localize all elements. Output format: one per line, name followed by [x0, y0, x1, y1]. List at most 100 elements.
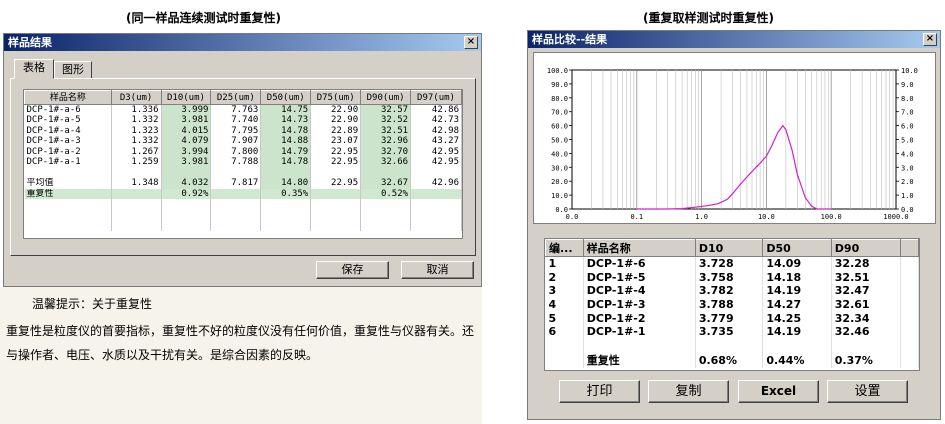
y-right-tick-label: 8.0 [901, 95, 914, 103]
y-right-tick-label: 6.0 [901, 123, 914, 131]
save-button[interactable]: 保存 [316, 261, 389, 279]
x-tick-label: 100.0 [821, 213, 842, 221]
cell: 14.75 [260, 104, 312, 115]
cell: 平均值 [24, 178, 112, 189]
print-button[interactable]: 打印 [559, 380, 640, 403]
cell: 32.28 [831, 256, 902, 271]
cell: 32.46 [831, 324, 902, 339]
cell: 3.758 [695, 270, 764, 284]
y-left-tick-label: 60.0 [551, 123, 568, 131]
cell: 0.44% [762, 352, 832, 369]
cell: 7.740 [210, 115, 262, 126]
x-tick-label: 10.0 [758, 213, 775, 221]
col-header[interactable]: D75(um) [310, 90, 362, 105]
col-header[interactable]: D50(um) [260, 90, 312, 105]
cell: 3.981 [161, 115, 212, 126]
cell: DCP-1#-a-4 [24, 125, 112, 136]
col-header[interactable]: D3(um) [110, 90, 162, 105]
cell: 7.800 [210, 146, 262, 157]
cell: 42.86 [410, 104, 462, 115]
cell: 32.66 [360, 157, 412, 168]
cell: 3.999 [161, 104, 212, 115]
cell: 1.267 [111, 146, 162, 157]
col-header[interactable]: D10(um) [160, 90, 212, 105]
col-header[interactable]: D90 [830, 239, 902, 257]
table-row[interactable]: DCP-1#-a-1 1.259 3.981 7.788 14.78 22.95… [24, 157, 462, 168]
result-grid[interactable]: 样品名称 D3(um) D10(um) D25(um) D50(um) D75(… [23, 89, 463, 239]
table-row[interactable]: DCP-1#-a-4 1.323 4.015 7.795 14.78 22.89… [24, 125, 462, 136]
cell [545, 352, 584, 369]
cell: 1.259 [111, 157, 162, 168]
cell: 32.51 [360, 125, 412, 136]
distribution-plot-area: 100.0 90.0 80.0 70.0 60.0 50.0 40.0 30.0 20.0 10.… [533, 52, 936, 224]
table-row[interactable]: 6 DCP-1#-1 3.735 14.19 32.46 [545, 324, 919, 339]
cell: DCP-1#-a-2 [24, 146, 112, 157]
table-row[interactable]: 4 DCP-1#-3 3.788 14.27 32.61 [545, 297, 919, 312]
y-right-tick-label: 2.0 [901, 178, 914, 186]
cancel-button[interactable]: 取消 [401, 261, 474, 279]
x-tick-label: 1000.0 [883, 213, 908, 221]
col-header[interactable]: D90(um) [360, 90, 412, 105]
cell: 0.92% [161, 188, 212, 199]
cell: 22.90 [310, 115, 362, 126]
cell: 1.332 [111, 136, 162, 147]
close-icon[interactable]: × [923, 33, 937, 46]
y-left-tick-label: 40.0 [551, 150, 568, 158]
cell: 14.80 [260, 178, 312, 189]
cell: 22.89 [310, 125, 362, 136]
excel-button[interactable]: Excel [738, 380, 819, 403]
cell: 3 [545, 283, 584, 298]
y-left-tick-label: 80.0 [551, 95, 568, 103]
table-row[interactable]: DCP-1#-a-2 1.267 3.994 7.800 14.79 22.95… [24, 146, 462, 157]
tab-table[interactable]: 表格 [14, 59, 54, 79]
cell [410, 188, 462, 199]
y-left-tick-label: 50.0 [551, 137, 568, 145]
cell: 22.95 [310, 146, 362, 157]
table-row[interactable]: 2 DCP-1#-5 3.758 14.18 32.51 [545, 270, 919, 284]
sample-result-window: 样品结果 × 表格 图形 样品名称 D3(um) D10(um) D25(um)… [3, 33, 482, 287]
compare-grid[interactable]: 编... 样品名称 D10 D50 D90 1 DCP-1#-6 3.728 1… [544, 238, 920, 371]
cell: 7.907 [210, 136, 262, 147]
cell: 32.67 [360, 178, 412, 189]
col-header[interactable]: D10 [694, 239, 764, 257]
settings-button[interactable]: 设置 [827, 380, 908, 403]
cell: DCP-1#-a-1 [24, 157, 112, 168]
caption-left: (同一样品连续测试时重复性) [126, 11, 281, 25]
y-right-tick-label: 3.0 [901, 164, 914, 172]
col-header[interactable]: 样品名称 [582, 239, 696, 257]
cell: 4 [545, 297, 584, 312]
close-icon[interactable]: × [464, 36, 478, 49]
col-header[interactable]: D50 [762, 239, 832, 257]
y-right-tick-label: 10.0 [901, 67, 918, 75]
table-row[interactable]: 3 DCP-1#-4 3.782 14.19 32.47 [545, 283, 919, 298]
cell: 32.61 [831, 297, 902, 312]
cell [210, 188, 262, 199]
table-row[interactable]: DCP-1#-a-6 1.336 3.999 7.763 14.75 22.90… [24, 104, 462, 115]
cell: 5 [545, 311, 584, 325]
table-row[interactable]: 5 DCP-1#-2 3.779 14.25 32.34 [545, 311, 919, 325]
cell: 4.015 [161, 125, 212, 136]
average-row[interactable]: 平均值 1.348 4.032 7.817 14.80 22.95 32.67 … [24, 178, 462, 189]
col-header-filler [900, 239, 919, 257]
table-row[interactable]: DCP-1#-a-5 1.332 3.981 7.740 14.73 22.90… [24, 115, 462, 126]
repeatability-row[interactable]: 重复性 0.92% 0.35% 0.52% [24, 188, 462, 199]
table-row[interactable]: 1 DCP-1#-6 3.728 14.09 32.28 [545, 256, 919, 271]
col-header[interactable]: 样品名称 [24, 90, 112, 105]
col-header[interactable]: D25(um) [210, 90, 262, 105]
col-header[interactable]: 编... [545, 239, 584, 257]
cell: DCP-1#-a-5 [24, 115, 112, 126]
sample-compare-window: 样品比较--结果 × 100.0 90.0 80.0 70.0 60.0 50.0 40.0… [527, 30, 941, 420]
cell: 14.79 [260, 146, 312, 157]
y-right-tick-label: 5.0 [901, 137, 914, 145]
copy-button[interactable]: 复制 [648, 380, 729, 403]
cell: DCP-1#-a-6 [24, 104, 112, 115]
page: (同一样品连续测试时重复性) (重复取样测试时重复性) 样品结果 × 表格 图形… [0, 0, 945, 424]
tab-graph[interactable]: 图形 [54, 61, 92, 79]
table-row[interactable]: DCP-1#-a-3 1.332 4.079 7.907 14.88 23.07… [24, 136, 462, 147]
cell: DCP-1#-3 [583, 297, 696, 312]
distribution-chart: 100.0 90.0 80.0 70.0 60.0 50.0 40.0 30.0 20.0 10.… [547, 67, 918, 221]
table-tab-panel: 样品名称 D3(um) D10(um) D25(um) D50(um) D75(… [10, 78, 476, 256]
col-header[interactable]: D97(um) [410, 90, 462, 105]
repeatability-row[interactable]: 重复性 0.68% 0.44% 0.37% [545, 352, 919, 369]
cell: 42.98 [410, 125, 462, 136]
